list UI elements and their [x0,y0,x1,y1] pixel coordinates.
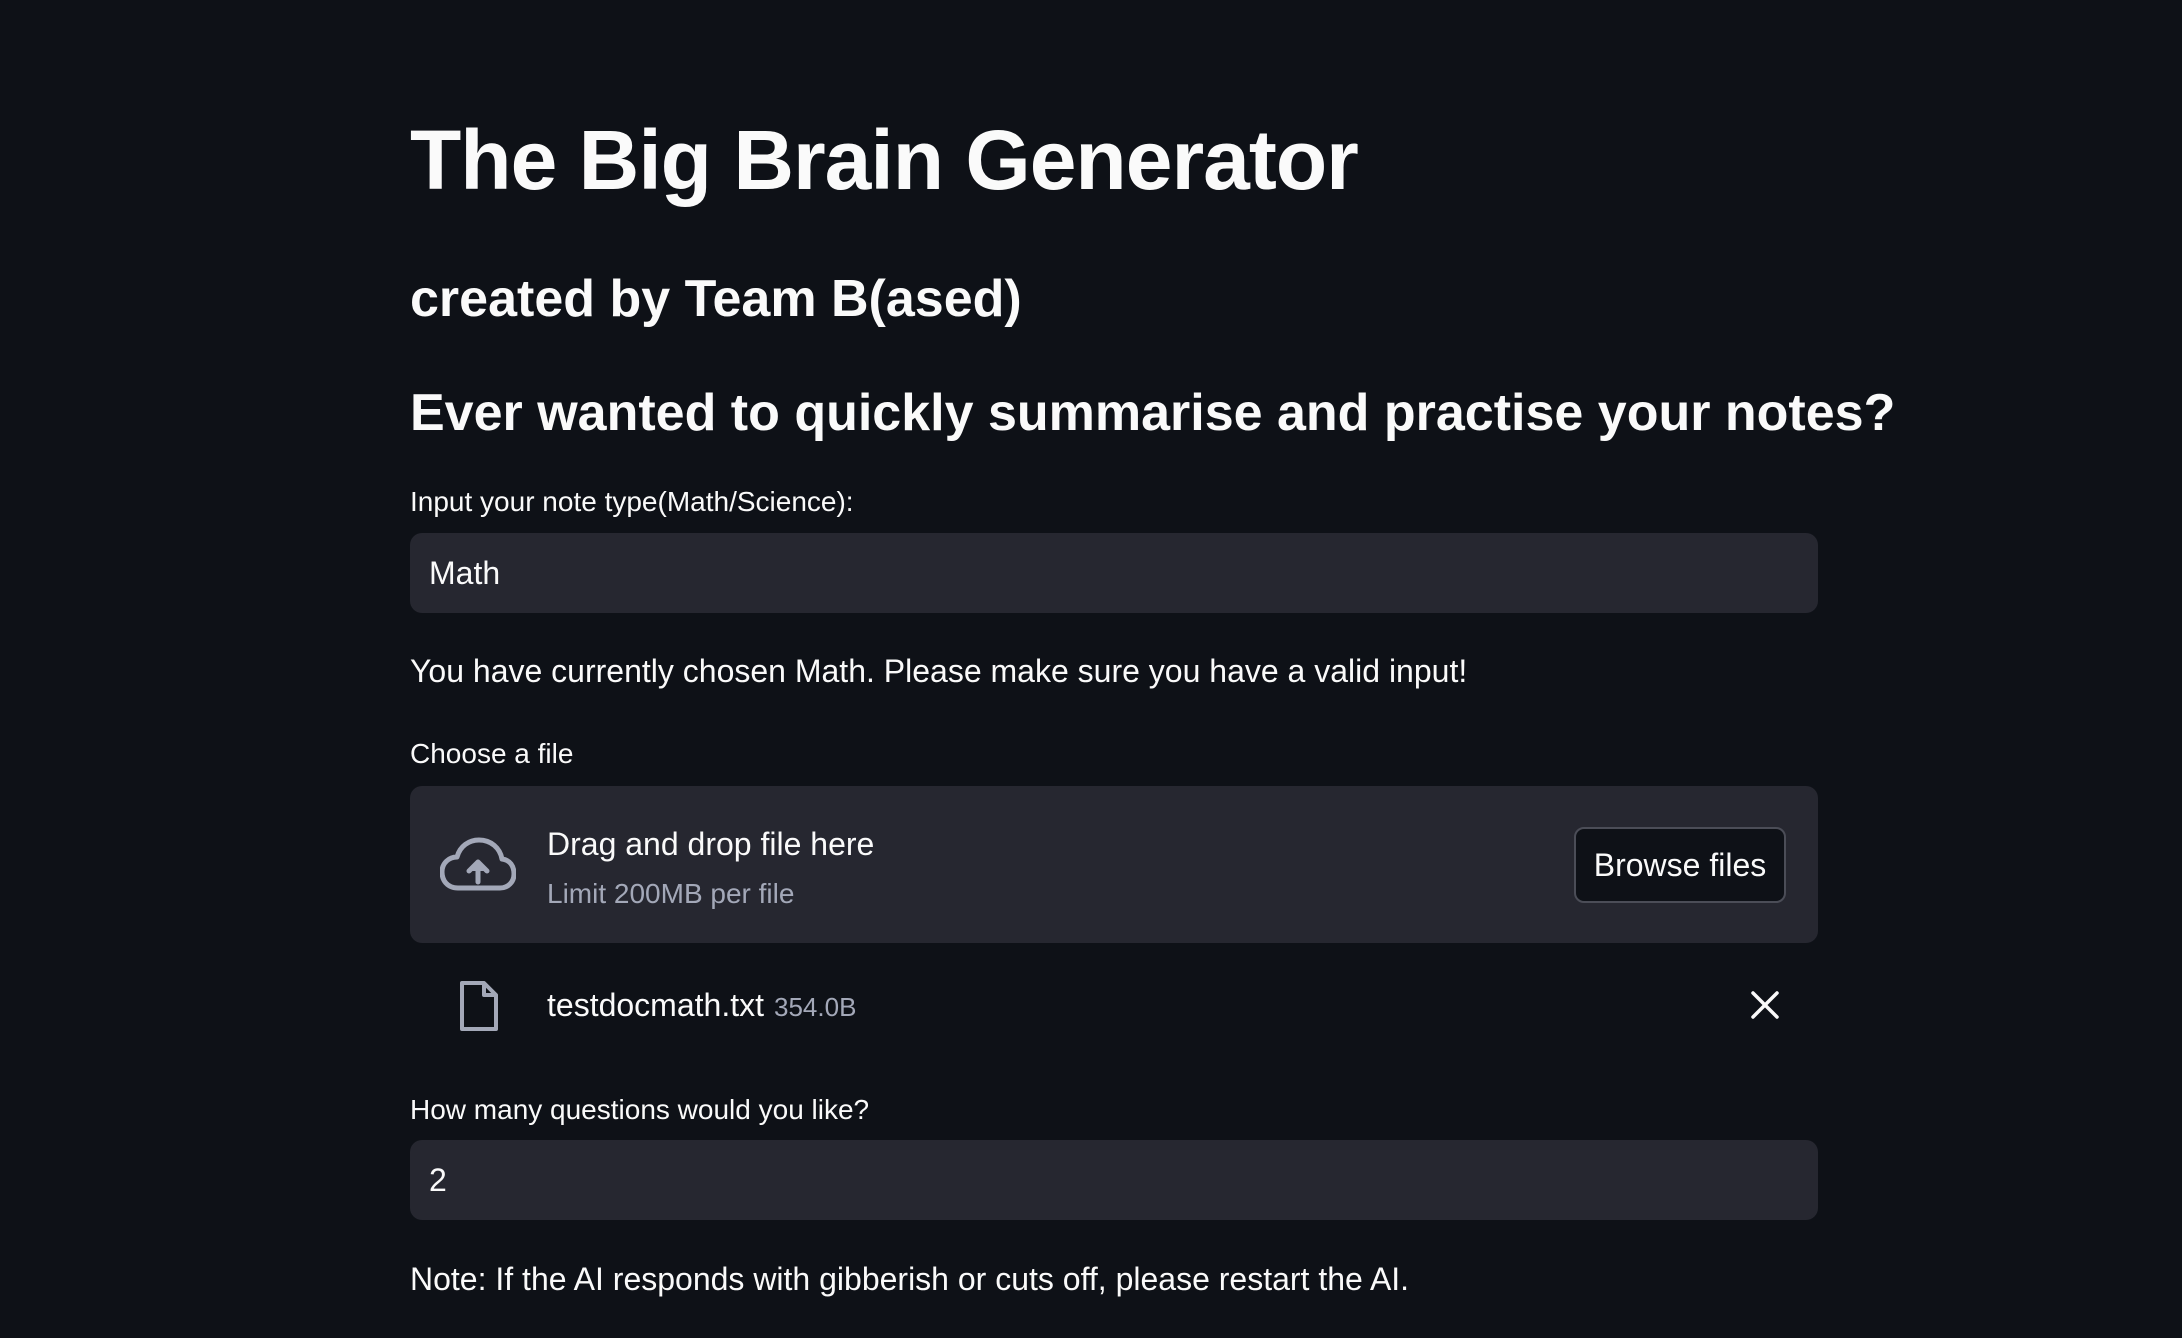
uploaded-file-row: testdocmath.txt 354.0B [410,970,1818,1040]
restart-note-text: Note: If the AI responds with gibberish … [410,1261,1410,1297]
page-subtitle: created by Team B(ased) [410,270,1022,328]
uploaded-file-size: 354.0B [774,992,857,1022]
file-uploader-label: Choose a file [410,738,574,769]
note-type-info-text: You have currently chosen Math. Please m… [410,653,1468,689]
questions-count-label: How many questions would you like? [410,1094,870,1125]
app-page: The Big Brain Generator created by Team … [0,0,2182,1338]
file-dropzone[interactable]: Drag and drop file here Limit 200MB per … [410,786,1818,943]
cloud-upload-icon [440,837,516,891]
page-heading: Ever wanted to quickly summarise and pra… [410,384,1896,442]
file-icon [460,981,498,1031]
dropzone-instructions: Drag and drop file here [547,826,875,862]
dropzone-limit-text: Limit 200MB per file [547,878,795,909]
browse-files-button[interactable]: Browse files [1574,827,1786,903]
note-type-label: Input your note type(Math/Science): [410,486,854,517]
note-type-input[interactable]: Math [410,533,1818,613]
page-title: The Big Brain Generator [410,113,1359,207]
uploaded-file-name: testdocmath.txt [547,987,764,1023]
questions-count-input[interactable]: 2 [410,1140,1818,1220]
close-icon[interactable] [1748,988,1782,1022]
